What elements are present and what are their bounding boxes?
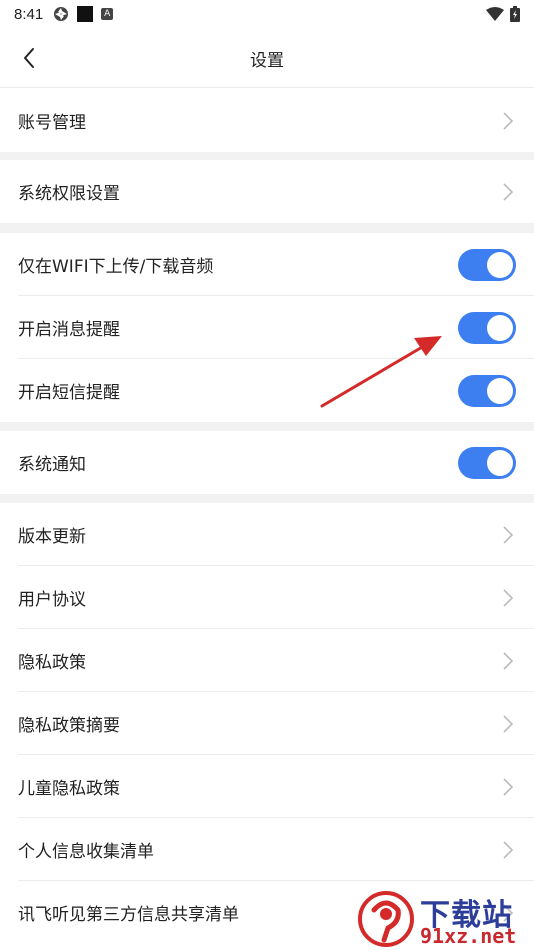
page-title: 设置 (250, 51, 284, 71)
settings-item-system-notice: 系统通知 (0, 431, 534, 494)
settings-item-label: 仅在WIFI下上传/下载音频 (18, 257, 214, 277)
toggle-knob (487, 251, 513, 278)
watermark-logo: 下载站 91xz.net (354, 888, 534, 950)
settings-item-sms-reminder: 开启短信提醒 (0, 359, 534, 422)
settings-item-label: 个人信息收集清单 (18, 842, 154, 862)
settings-item-label: 系统通知 (18, 455, 86, 475)
chevron-right-icon (503, 525, 514, 544)
settings-item-privacy-summary[interactable]: 隐私政策摘要 (0, 692, 534, 755)
watermark-url: 91xz.net (420, 924, 517, 948)
section-gap (0, 494, 534, 503)
settings-item-label: 系统权限设置 (18, 184, 120, 204)
settings-item-label: 开启消息提醒 (18, 320, 120, 340)
system-notice-toggle[interactable] (458, 446, 516, 479)
settings-item-version-update[interactable]: 版本更新 (0, 503, 534, 566)
settings-item-label: 隐私政策 (18, 653, 86, 673)
chevron-right-icon (503, 182, 514, 201)
wifi-icon (486, 7, 504, 21)
settings-item-permissions[interactable]: 系统权限设置 (0, 160, 534, 223)
settings-item-label: 隐私政策摘要 (18, 716, 120, 736)
settings-item-privacy-policy[interactable]: 隐私政策 (0, 629, 534, 692)
header: 设置 (0, 28, 534, 88)
settings-item-personal-info[interactable]: 个人信息收集清单 (0, 818, 534, 881)
notification-a-icon: A (101, 8, 114, 20)
toggle-knob (487, 449, 513, 476)
msg-reminder-toggle[interactable] (458, 311, 516, 344)
sms-reminder-toggle[interactable] (458, 374, 516, 407)
settings-item-label: 开启短信提醒 (18, 383, 120, 403)
section-gap (0, 422, 534, 431)
wifi-only-toggle[interactable] (458, 248, 516, 281)
toggle-knob (487, 377, 513, 404)
settings-item-msg-reminder: 开启消息提醒 (0, 296, 534, 359)
settings-item-account[interactable]: 账号管理 (0, 89, 534, 152)
settings-item-label: 账号管理 (18, 113, 86, 133)
chevron-right-icon (503, 111, 514, 130)
status-time: 8:41 (14, 5, 44, 23)
watermark-emblem-icon (358, 891, 414, 947)
settings-item-label: 儿童隐私政策 (18, 779, 120, 799)
status-bar: 8:41 A (0, 0, 534, 28)
settings-item-user-agreement[interactable]: 用户协议 (0, 566, 534, 629)
notification-square-icon (77, 6, 94, 22)
settings-item-label: 用户协议 (18, 590, 86, 610)
section-gap (0, 223, 534, 233)
section-gap (0, 152, 534, 160)
aperture-icon (54, 7, 69, 21)
settings-item-wifi-only: 仅在WIFI下上传/下载音频 (0, 233, 534, 296)
battery-icon (510, 6, 520, 22)
chevron-right-icon (503, 777, 514, 796)
chevron-right-icon (503, 588, 514, 607)
chevron-right-icon (503, 840, 514, 859)
toggle-knob (487, 314, 513, 341)
settings-item-label: 讯飞听见第三方信息共享清单 (18, 905, 239, 925)
settings-item-child-privacy[interactable]: 儿童隐私政策 (0, 755, 534, 818)
chevron-right-icon (503, 651, 514, 670)
settings-item-label: 版本更新 (18, 527, 86, 547)
chevron-right-icon (503, 714, 514, 733)
